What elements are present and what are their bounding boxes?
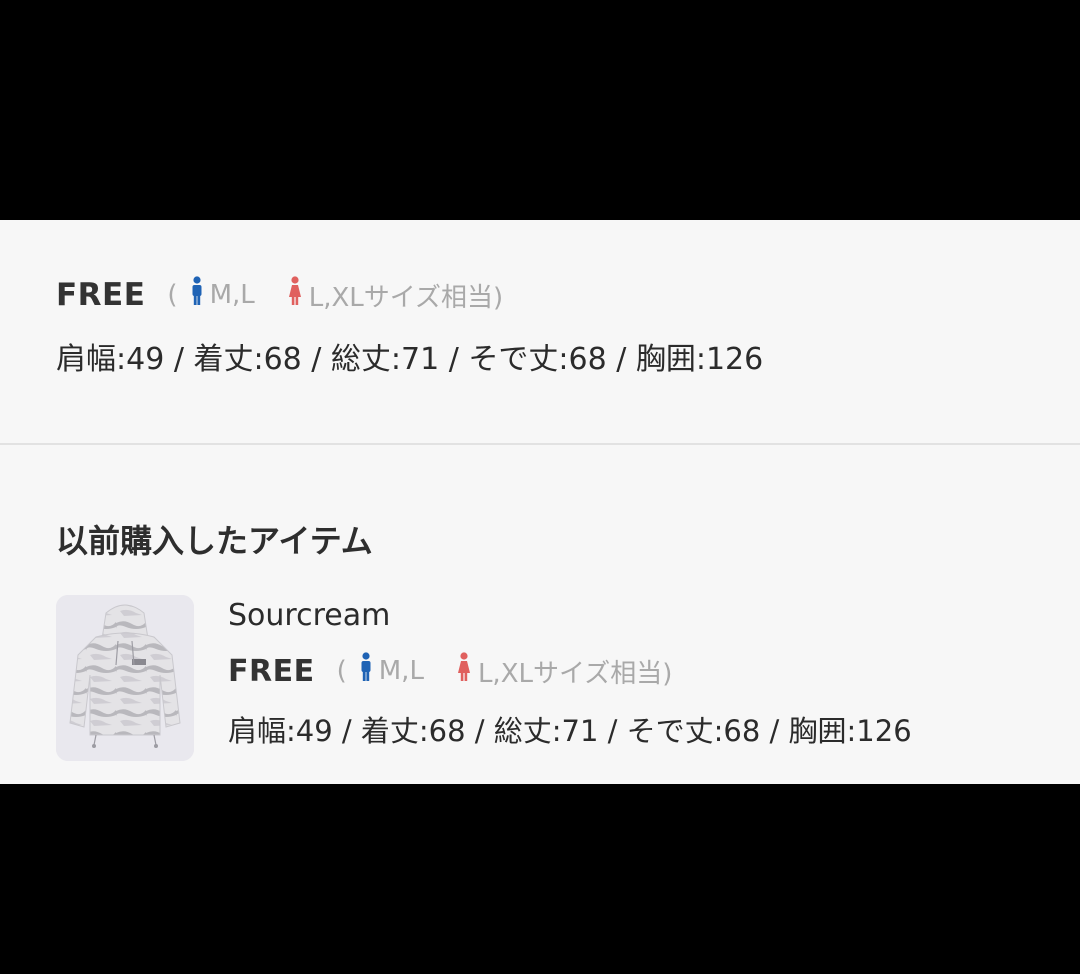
women-fit-text: L,XLサイズ相当) <box>308 282 504 313</box>
hoodie-thumbnail[interactable] <box>56 595 194 761</box>
item-measurements-text: 肩幅:49 / 着丈:68 / 総丈:71 / そで丈:68 / 胸囲:126 <box>228 714 912 748</box>
female-figure-icon <box>456 652 472 690</box>
size-info-panel: FREE ( M,L L,XLサイズ相当) 肩幅:49 / 着丈:68 / 総丈… <box>0 220 1080 784</box>
male-figure-icon <box>190 276 204 314</box>
item-men-fit-text: M,L <box>378 656 424 686</box>
previous-item-card[interactable]: Sourcream FREE ( M,L L,XLサイズ相当) 肩幅:49 / … <box>0 590 1080 784</box>
letterbox-bottom <box>0 784 1080 974</box>
item-paren-open: ( <box>336 656 347 686</box>
item-size-label: FREE <box>228 653 315 689</box>
paren-open: ( <box>167 280 178 310</box>
measurements-text: 肩幅:49 / 着丈:68 / 総丈:71 / そで丈:68 / 胸囲:126 <box>56 342 764 377</box>
female-figure-icon <box>287 276 303 314</box>
item-brand[interactable]: Sourcream <box>228 598 390 633</box>
letterbox-top <box>0 0 1080 220</box>
item-size-fit-row: FREE ( M,L L,XLサイズ相当) <box>228 652 672 690</box>
section-divider <box>0 443 1080 445</box>
current-size-section: FREE ( M,L L,XLサイズ相当) 肩幅:49 / 着丈:68 / 総丈… <box>0 220 1080 443</box>
size-label: FREE <box>56 277 146 313</box>
size-fit-row: FREE ( M,L L,XLサイズ相当) <box>56 276 503 314</box>
men-fit-text: M,L <box>209 280 255 310</box>
item-women-fit-text: L,XLサイズ相当) <box>477 658 673 689</box>
male-figure-icon <box>359 652 373 690</box>
previous-items-title: 以前購入したアイテム <box>56 522 373 560</box>
